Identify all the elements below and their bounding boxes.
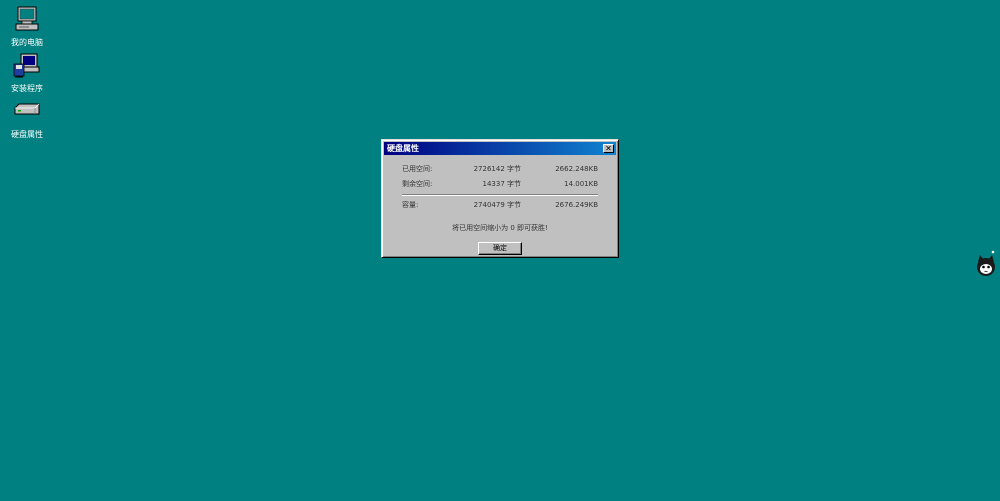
desktop-icon-label: 我的电脑 [11,38,43,47]
used-space-row: 已用空间: 2726142 字节 2662.248KB [382,164,618,174]
hard-disk-icon [11,96,43,128]
close-button[interactable]: ✕ [603,144,614,153]
capacity-label: 容量: [402,201,419,209]
free-space-label: 剩余空间: [402,180,433,188]
win-hint-message: 将已用空间缩小为 0 即可获胜! [452,224,548,232]
capacity-kb: 2676.249KB [555,201,598,209]
used-space-kb: 2662.248KB [555,165,598,173]
used-space-label: 已用空间: [402,165,433,173]
free-space-row: 剩余空间: 14337 字节 14.001KB [382,179,618,189]
my-computer-icon [11,4,43,36]
ok-button[interactable]: 确定 [478,242,522,255]
dialog-title: 硬盘属性 [387,144,419,153]
dialog-titlebar[interactable]: 硬盘属性 ✕ [384,142,616,155]
capacity-row: 容量: 2740479 字节 2676.249KB [382,200,618,210]
desktop-icon-label: 安装程序 [11,84,43,93]
desktop-icon-label: 硬盘属性 [11,130,43,139]
desktop-icon-hard-disk[interactable]: 硬盘属性 [2,96,52,140]
desktop: 我的电脑 安装程序 硬盘属性 硬盘属性 ✕ 已用空间: 2726142 字节 2… [0,0,1000,501]
hard-disk-properties-dialog: 硬盘属性 ✕ 已用空间: 2726142 字节 2662.248KB 剩余空间:… [381,139,619,258]
free-space-bytes: 14337 字节 [482,180,522,188]
desktop-icon-setup[interactable]: 安装程序 [2,50,52,94]
desktop-icon-my-computer[interactable]: 我的电脑 [2,4,52,48]
divider [402,194,598,196]
free-space-kb: 14.001KB [564,180,598,188]
capacity-bytes: 2740479 字节 [473,201,521,209]
close-icon: ✕ [605,144,612,153]
cat-mascot-icon[interactable] [976,249,996,277]
used-space-bytes: 2726142 字节 [473,165,521,173]
setup-icon [11,50,43,82]
